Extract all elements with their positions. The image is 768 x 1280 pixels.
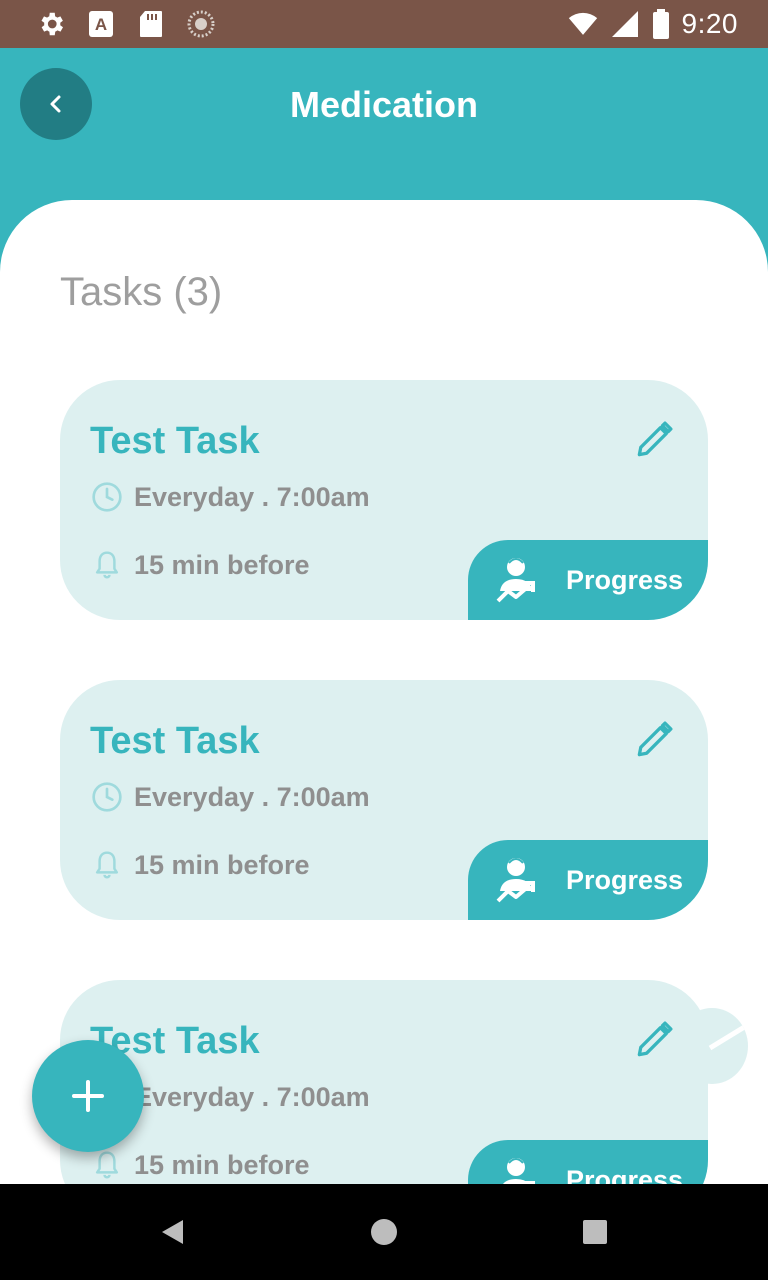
person-growth-icon xyxy=(496,558,535,603)
plus-icon xyxy=(72,1080,104,1112)
person-growth-icon xyxy=(496,858,535,903)
task-card[interactable]: Test Task Everyday . 7:00am 15 min befor… xyxy=(60,380,708,620)
task-title: Test Task xyxy=(90,420,260,462)
progress-label: Progress xyxy=(566,564,684,595)
cell-signal-icon xyxy=(610,9,640,39)
bell-icon xyxy=(90,1148,124,1182)
back-triangle-icon xyxy=(162,1220,183,1244)
clock-icon xyxy=(90,480,124,514)
text-a-icon: A xyxy=(86,9,116,39)
clock-icon xyxy=(90,780,124,814)
svg-text:A: A xyxy=(95,15,107,34)
settings-icon xyxy=(36,9,66,39)
battery-icon xyxy=(652,9,670,39)
sync-icon xyxy=(186,9,216,39)
reminder-row: 15 min before xyxy=(90,848,310,882)
app-header: Medication xyxy=(0,48,768,208)
add-task-button[interactable] xyxy=(32,1040,144,1152)
edit-button[interactable] xyxy=(632,1018,676,1062)
pencil-icon xyxy=(637,721,673,757)
home-circle-icon xyxy=(371,1219,397,1245)
status-bar: A 9:20 xyxy=(0,0,768,48)
task-card[interactable]: Test Task Everyday . 7:00am 15 min befor… xyxy=(60,980,708,1184)
content-sheet: Tasks (3) Test Task Everyday . 7:00am 15… xyxy=(0,200,768,1184)
scroll-indicator xyxy=(676,1008,748,1084)
reminder-text: 15 min before xyxy=(134,1149,310,1180)
reminder-row: 15 min before xyxy=(90,1148,310,1182)
reminder-row: 15 min before xyxy=(90,548,310,582)
nav-home-button[interactable] xyxy=(364,1212,404,1252)
edit-button[interactable] xyxy=(632,418,676,462)
wifi-icon xyxy=(568,9,598,39)
page-title: Medication xyxy=(289,84,478,125)
nav-back-button[interactable] xyxy=(152,1212,192,1252)
bell-icon xyxy=(90,548,124,582)
progress-label: Progress xyxy=(566,864,684,895)
progress-button[interactable]: Progress xyxy=(468,540,708,620)
pencil-icon xyxy=(637,421,673,457)
reminder-text: 15 min before xyxy=(134,549,310,580)
clock: 9:20 xyxy=(681,8,738,39)
schedule-text: Everyday . 7:00am xyxy=(134,481,370,512)
progress-button[interactable]: Progress xyxy=(468,840,708,920)
system-nav-bar xyxy=(0,1184,768,1280)
task-title: Test Task xyxy=(90,720,260,762)
person-growth-icon xyxy=(502,1158,535,1184)
progress-label: Progress xyxy=(566,1164,684,1185)
edit-button[interactable] xyxy=(632,718,676,762)
bell-icon xyxy=(90,848,124,882)
schedule-text: Everyday . 7:00am xyxy=(134,781,370,812)
pencil-icon xyxy=(637,1021,673,1057)
recents-square-icon xyxy=(583,1220,607,1244)
schedule-row: Everyday . 7:00am xyxy=(90,780,370,814)
reminder-text: 15 min before xyxy=(134,849,310,880)
schedule-row: Everyday . 7:00am xyxy=(90,480,370,514)
progress-button[interactable]: Progress xyxy=(468,1140,708,1184)
schedule-text: Everyday . 7:00am xyxy=(134,1081,370,1112)
tasks-heading: Tasks (3) xyxy=(60,270,223,314)
nav-recents-button[interactable] xyxy=(575,1212,615,1252)
task-card[interactable]: Test Task Everyday . 7:00am 15 min befor… xyxy=(60,680,708,920)
sd-card-icon xyxy=(136,9,166,39)
